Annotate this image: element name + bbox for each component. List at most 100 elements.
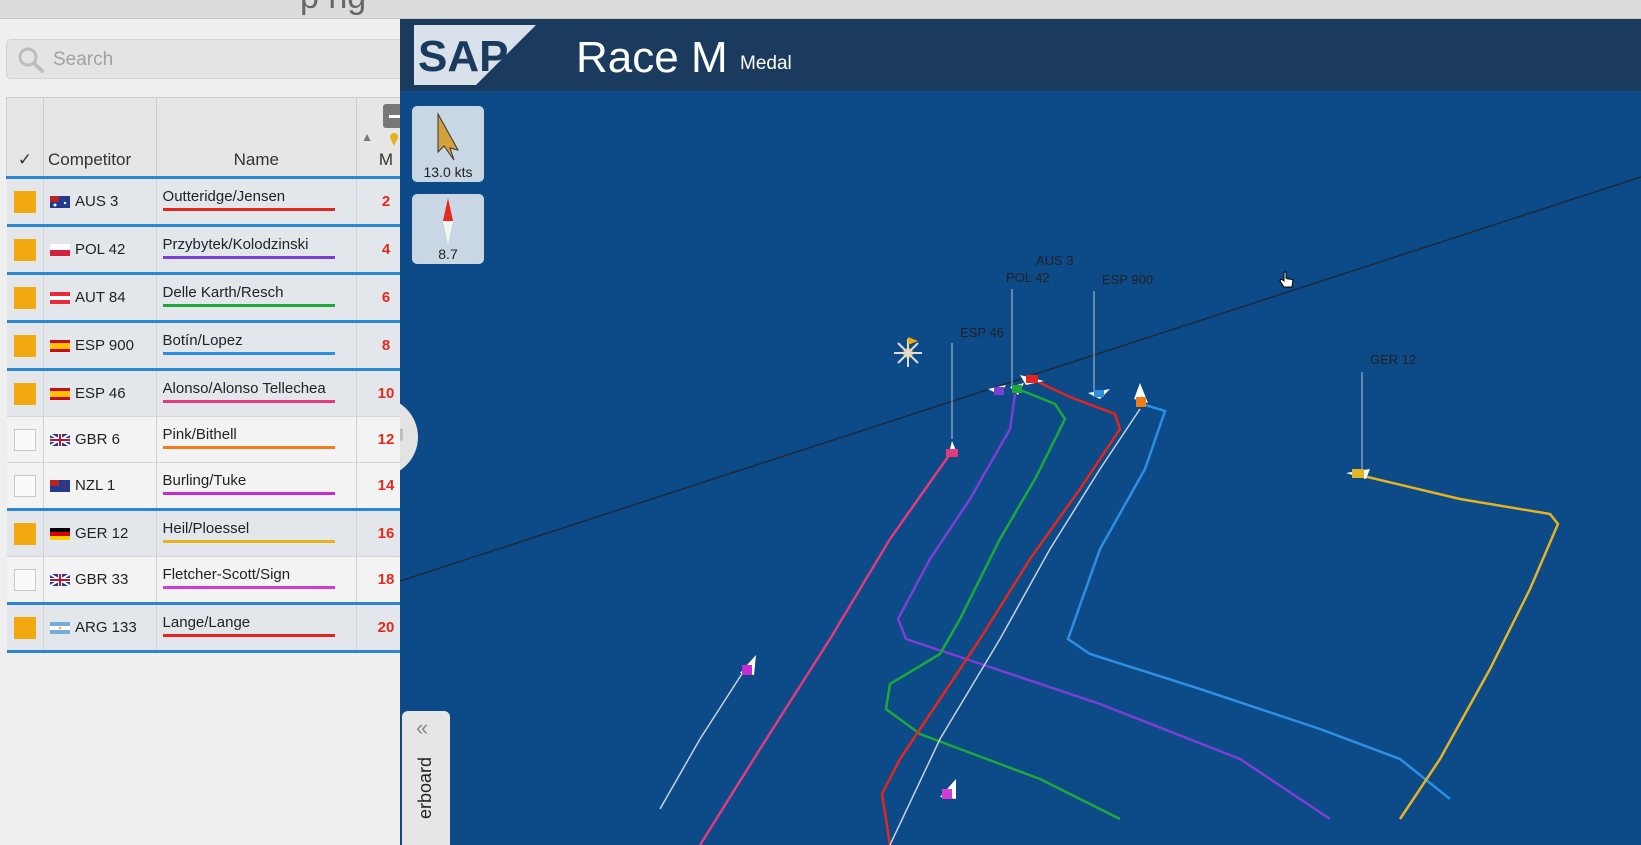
row-checkbox-cell[interactable]: [6, 416, 44, 463]
points-value: 2: [381, 193, 391, 210]
name-header-label: Name: [233, 150, 279, 169]
points-value: 8: [381, 337, 391, 354]
search-input[interactable]: [51, 46, 395, 74]
table-row[interactable]: AUT 84 Delle Karth/Resch 6: [6, 272, 416, 322]
label-esp46[interactable]: ESP 46: [952, 321, 1032, 345]
track-boat-left: [659, 668, 746, 810]
svg-text:SAP: SAP: [418, 32, 508, 81]
team-name: Burling/Tuke: [162, 472, 335, 495]
competitor-table: ✓ Competitor Name ▲ M AUS 3 Outteridge/Je…: [6, 97, 416, 653]
flag-arg-icon: [49, 621, 70, 635]
row-checkbox[interactable]: [13, 190, 36, 213]
row-checkbox-cell[interactable]: [6, 462, 44, 510]
wind-mark-icon: [894, 337, 922, 367]
row-checkbox[interactable]: [13, 568, 36, 591]
race-subtitle: Medal: [740, 53, 792, 74]
table-row[interactable]: NZL 1 Burling/Tuke 14: [6, 462, 416, 510]
sail-number: GER 12: [74, 525, 129, 542]
sail-number: GBR 6: [74, 431, 120, 448]
points-value: 16: [377, 525, 395, 542]
table-row[interactable]: GBR 33 Fletcher-Scott/Sign 18: [6, 556, 416, 604]
table-row[interactable]: AUS 3 Outteridge/Jensen 2: [6, 176, 416, 226]
race-map[interactable]: SAP Race M Medal 13.0 kts 8.7 ∥ AUS 3 PO…: [400, 19, 1641, 845]
sail-number: ESP 900: [74, 337, 134, 354]
compass-widget[interactable]: 8.7: [412, 194, 484, 264]
search-box[interactable]: [6, 39, 416, 79]
flag-ger-icon: [49, 527, 70, 541]
row-checkbox-cell[interactable]: [6, 224, 44, 274]
row-checkbox-cell[interactable]: [6, 508, 44, 557]
table-row[interactable]: ARG 133 Lange/Lange 20: [6, 602, 416, 653]
row-checkbox[interactable]: [13, 238, 36, 261]
name-cell: Outteridge/Jensen: [156, 176, 358, 226]
flag-esp-icon: [49, 387, 70, 401]
row-checkbox-cell[interactable]: [6, 602, 44, 653]
boat-nzl1: [740, 655, 756, 675]
competitor-cell: GBR 6: [43, 416, 157, 463]
label-ger12[interactable]: GER 12: [1362, 348, 1448, 372]
team-name: Heil/Ploessel: [162, 520, 335, 543]
sail-number: NZL 1: [74, 477, 116, 494]
hand-cursor-icon: [1279, 271, 1294, 288]
row-checkbox-cell[interactable]: [6, 320, 44, 370]
table-row[interactable]: ESP 900 Botín/Lopez 8: [6, 320, 416, 370]
points-value: 20: [377, 619, 395, 636]
sail-number: ESP 46: [74, 385, 126, 402]
row-checkbox[interactable]: [13, 334, 36, 357]
wind-arrow-icon: [437, 112, 459, 161]
row-checkbox-cell[interactable]: [6, 272, 44, 322]
wind-speed: 13.0 kts: [423, 164, 473, 180]
table-row[interactable]: POL 42 Przybytek/Kolodzinski 4: [6, 224, 416, 274]
flag-esp-icon: [49, 339, 70, 353]
competitor-column-header[interactable]: Competitor: [42, 97, 157, 178]
name-cell: Pink/Bithell: [156, 416, 358, 463]
row-checkbox[interactable]: [13, 428, 36, 451]
compass-value: 8.7: [438, 246, 458, 262]
row-checkbox-cell[interactable]: [6, 556, 44, 604]
name-cell: Delle Karth/Resch: [156, 272, 358, 322]
label-pol42[interactable]: POL 42: [998, 266, 1078, 290]
sail-number: POL 42: [74, 241, 126, 258]
name-cell: Lange/Lange: [156, 602, 358, 653]
check-header: ✓: [17, 150, 33, 169]
competitor-panel: ✓ Competitor Name ▲ M AUS 3 Outteridge/Je…: [0, 19, 420, 845]
track-esp46: [698, 453, 952, 845]
track-esp900: [1066, 402, 1451, 800]
sort-ascending-icon[interactable]: ▲: [361, 130, 373, 144]
sail-number: GBR 33: [74, 571, 129, 588]
row-checkbox[interactable]: [13, 616, 36, 639]
row-checkbox-cell[interactable]: [6, 368, 44, 417]
grip-icon: ∥: [400, 427, 404, 441]
select-all-header[interactable]: ✓: [6, 97, 44, 178]
points-value: 18: [377, 571, 395, 588]
flag-gbr-icon: [49, 573, 71, 587]
window-title: p ng: [300, 0, 366, 17]
double-chevron-left-icon[interactable]: «: [416, 715, 428, 741]
table-row[interactable]: GBR 6 Pink/Bithell 12: [6, 416, 416, 463]
team-name: Botín/Lopez: [162, 332, 335, 355]
sail-number: AUS 3: [74, 193, 119, 210]
team-name: Alonso/Alonso Tellechea: [162, 380, 335, 403]
points-value: 6: [381, 289, 391, 306]
row-checkbox[interactable]: [13, 286, 36, 309]
name-cell: Fletcher-Scott/Sign: [156, 556, 358, 604]
points-value: 4: [381, 241, 391, 258]
track-pol42: [896, 393, 1331, 821]
row-checkbox-cell[interactable]: [6, 176, 44, 226]
row-checkbox[interactable]: [13, 474, 36, 497]
wind-widget[interactable]: 13.0 kts: [412, 106, 484, 182]
table-row[interactable]: GER 12 Heil/Ploessel 16: [6, 508, 416, 557]
competitor-cell: AUS 3: [43, 176, 157, 226]
sail-number: ARG 133: [74, 619, 137, 636]
team-name: Fletcher-Scott/Sign: [162, 566, 335, 589]
flag-pol-icon: [49, 243, 70, 257]
race-title: Race M: [576, 33, 728, 82]
name-column-header[interactable]: Name: [155, 97, 358, 178]
boat-esp46: [946, 441, 958, 457]
leaderboard-tab[interactable]: « erboard: [402, 711, 450, 845]
row-checkbox[interactable]: [13, 522, 36, 545]
flag-aus-icon: [49, 195, 70, 209]
label-esp900[interactable]: ESP 900: [1094, 268, 1180, 292]
table-row[interactable]: ESP 46 Alonso/Alonso Tellechea 10: [6, 368, 416, 417]
row-checkbox[interactable]: [13, 382, 36, 405]
